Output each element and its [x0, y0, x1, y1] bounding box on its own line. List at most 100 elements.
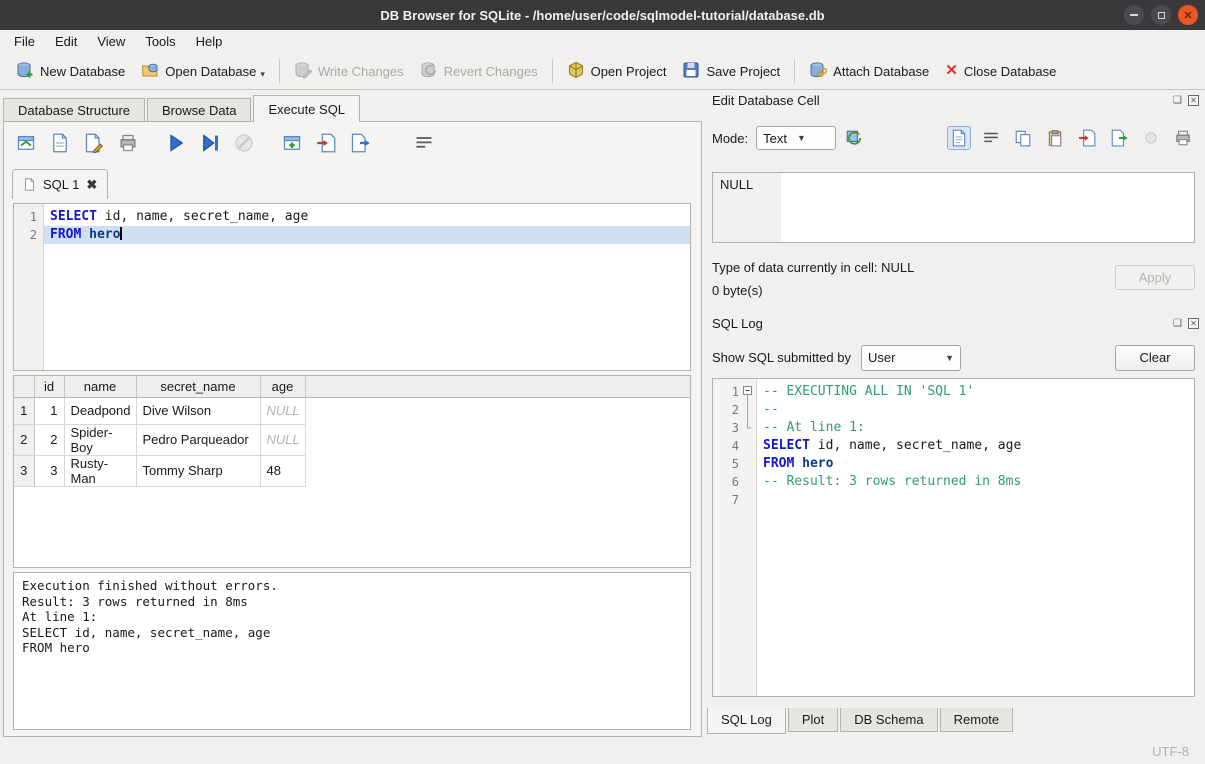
tab-browse-data[interactable]: Browse Data: [147, 98, 251, 122]
auto-mode-button[interactable]: [842, 126, 866, 150]
window-title: DB Browser for SQLite - /home/user/code/…: [380, 8, 824, 23]
execute-all-button[interactable]: [164, 131, 188, 155]
open-project-button[interactable]: Open Project: [559, 57, 675, 86]
edit-cell-panel-controls: ❏ ✕: [1172, 95, 1199, 106]
fold-line-icon: [739, 401, 755, 419]
cell-value: NULL: [713, 173, 781, 242]
tab-db-schema[interactable]: DB Schema: [840, 708, 937, 732]
cell-age[interactable]: NULL: [260, 424, 305, 455]
import-sql-button[interactable]: [314, 131, 338, 155]
close-panel-icon[interactable]: ✕: [1188, 318, 1199, 329]
attach-database-button[interactable]: Attach Database: [801, 57, 937, 86]
mode-label: Mode:: [712, 131, 748, 146]
text-view-icon: [950, 129, 968, 147]
tab-remote[interactable]: Remote: [940, 708, 1014, 732]
cell-secret-name[interactable]: Tommy Sharp: [136, 455, 260, 486]
sql-log-panel-controls: ❏ ✕: [1172, 318, 1199, 329]
line-number: 2: [14, 226, 43, 244]
tab-plot[interactable]: Plot: [788, 708, 838, 732]
message-line: Execution finished without errors.: [22, 578, 682, 594]
cell-name[interactable]: Deadpond: [64, 397, 136, 424]
menu-tools[interactable]: Tools: [135, 32, 185, 51]
save-sql-file-button[interactable]: [48, 131, 72, 155]
submitted-by-select[interactable]: User ▼: [861, 345, 961, 371]
word-wrap-button[interactable]: [979, 126, 1003, 150]
right-panel: Edit Database Cell ❏ ✕ Mode: Text ▼ NULL…: [705, 90, 1205, 764]
print-cell-button[interactable]: [1171, 126, 1195, 150]
table-row[interactable]: 2 2 Spider-Boy Pedro Parqueador NULL: [14, 424, 691, 455]
column-header-secret-name[interactable]: secret_name: [136, 376, 260, 397]
minimize-button[interactable]: [1124, 5, 1144, 25]
filter-label: Show SQL submitted by: [712, 350, 851, 365]
tab-sql-log[interactable]: SQL Log: [707, 708, 786, 734]
maximize-button[interactable]: [1151, 5, 1171, 25]
table-row[interactable]: 3 3 Rusty-Man Tommy Sharp 48: [14, 455, 691, 486]
sql-editor[interactable]: 1 2 SELECT id, name, secret_name, age FR…: [13, 203, 691, 371]
menu-edit[interactable]: Edit: [45, 32, 87, 51]
save-sql-file-icon: [50, 133, 70, 153]
clear-log-button[interactable]: Clear: [1115, 345, 1195, 371]
cell-name[interactable]: Rusty-Man: [64, 455, 136, 486]
save-project-button[interactable]: Save Project: [674, 57, 788, 86]
mode-select[interactable]: Text ▼: [756, 126, 836, 150]
cell-secret-name[interactable]: Pedro Parqueador: [136, 424, 260, 455]
paste-cell-button[interactable]: [1043, 126, 1067, 150]
print-sql-button[interactable]: [116, 131, 140, 155]
new-database-button[interactable]: New Database: [8, 57, 133, 86]
copy-cell-button[interactable]: [1011, 126, 1035, 150]
open-database-icon: [141, 61, 159, 82]
toolbar-separator: [552, 59, 553, 83]
cell-editor[interactable]: NULL: [712, 172, 1195, 243]
import-sql-icon: [316, 133, 336, 153]
column-header-age[interactable]: age: [260, 376, 305, 397]
execute-current-line-button[interactable]: [198, 131, 222, 155]
column-header-name[interactable]: name: [64, 376, 136, 397]
menu-file[interactable]: File: [4, 32, 45, 51]
new-sql-tab-button[interactable]: [280, 131, 304, 155]
chevron-down-icon: ▼: [797, 133, 806, 143]
encoding-indicator[interactable]: UTF-8: [1152, 744, 1189, 759]
float-panel-icon[interactable]: ❏: [1172, 95, 1183, 106]
word-wrap-button[interactable]: [412, 131, 436, 155]
cell-age[interactable]: NULL: [260, 397, 305, 424]
export-sql-button[interactable]: [348, 131, 372, 155]
float-panel-icon[interactable]: ❏: [1172, 318, 1183, 329]
open-database-dropdown[interactable]: ▾: [260, 69, 265, 82]
save-sql-as-button[interactable]: [82, 131, 106, 155]
close-panel-icon[interactable]: ✕: [1188, 95, 1199, 106]
tab-database-structure[interactable]: Database Structure: [3, 98, 145, 122]
column-header-id[interactable]: id: [34, 376, 64, 397]
save-project-icon: [682, 61, 700, 82]
write-changes-button: Write Changes: [286, 57, 412, 86]
sql-editor-tab[interactable]: SQL 1 ✖: [12, 169, 108, 199]
cell-secret-name[interactable]: Dive Wilson: [136, 397, 260, 424]
export-cell-button[interactable]: [1107, 126, 1131, 150]
apply-button: Apply: [1115, 265, 1195, 290]
import-cell-button[interactable]: [1075, 126, 1099, 150]
cell-id[interactable]: 2: [34, 424, 64, 455]
text-view-button[interactable]: [947, 126, 971, 150]
results-grid[interactable]: id name secret_name age 1 1 Deadpond Div…: [13, 375, 691, 568]
open-sql-file-button[interactable]: [14, 131, 38, 155]
word-wrap-icon: [982, 129, 1000, 147]
table-row[interactable]: 1 1 Deadpond Dive Wilson NULL: [14, 397, 691, 424]
open-sql-file-icon: [16, 133, 36, 153]
cell-id[interactable]: 1: [34, 397, 64, 424]
sql-log-view[interactable]: 1 2 3 4 5 6 7 -- EXECUTING ALL IN 'SQL 1…: [712, 378, 1195, 697]
editor-code-area[interactable]: SELECT id, name, secret_name, age FROM h…: [44, 204, 690, 370]
menu-help[interactable]: Help: [186, 32, 233, 51]
close-sql-tab-icon[interactable]: ✖: [86, 177, 97, 193]
paste-icon: [1046, 129, 1064, 147]
cell-name[interactable]: Spider-Boy: [64, 424, 136, 455]
open-database-button[interactable]: Open Database ▾: [133, 57, 273, 86]
menu-view[interactable]: View: [87, 32, 135, 51]
close-database-button[interactable]: ✕ Close Database: [937, 59, 1064, 83]
fold-marker-icon[interactable]: [739, 383, 755, 401]
cell-age[interactable]: 48: [260, 455, 305, 486]
revert-changes-button: Revert Changes: [412, 57, 546, 86]
close-button[interactable]: ✕: [1178, 5, 1198, 25]
tab-execute-sql[interactable]: Execute SQL: [253, 95, 360, 122]
cell-id[interactable]: 3: [34, 455, 64, 486]
toolbar-separator: [279, 59, 280, 83]
cell-type-info: Type of data currently in cell: NULL: [712, 260, 914, 275]
